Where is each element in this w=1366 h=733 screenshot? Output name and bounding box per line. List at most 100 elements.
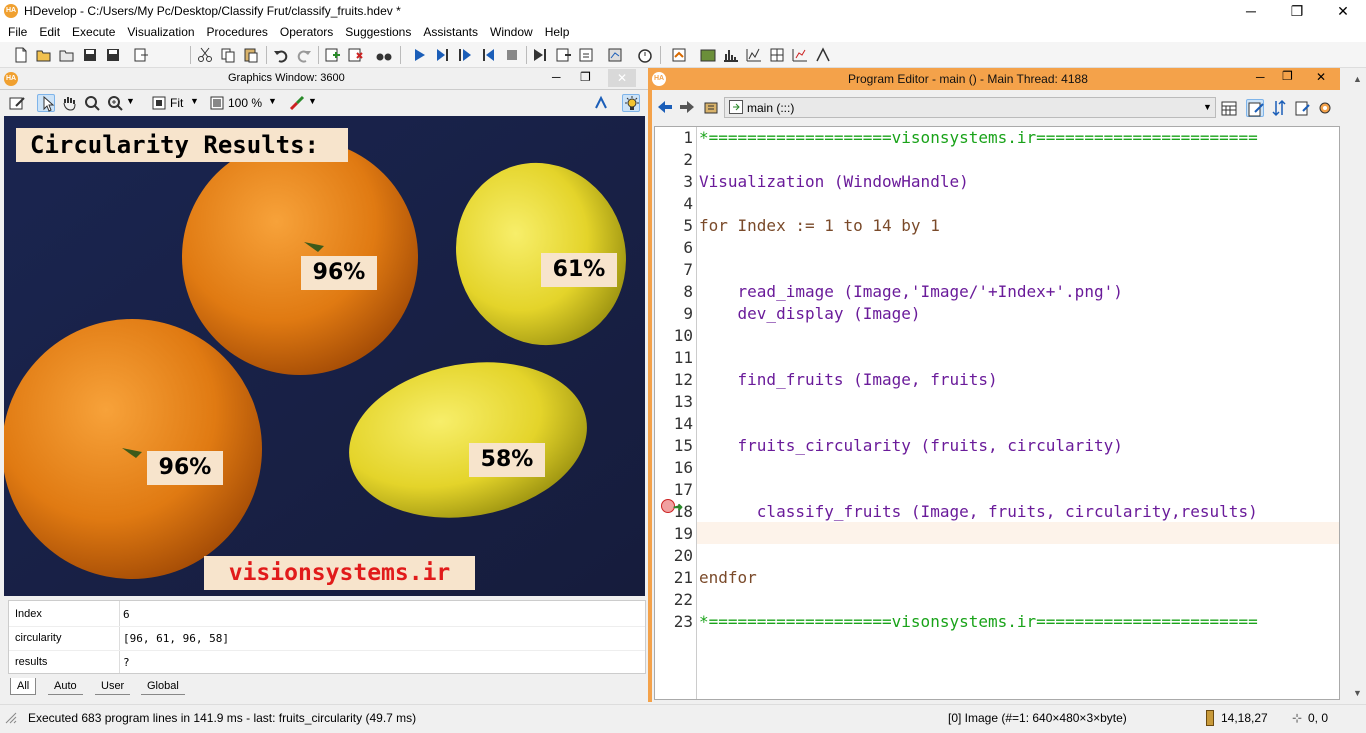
- draw-dropdown-arrow-icon[interactable]: ▼: [308, 96, 317, 106]
- step-over-icon[interactable]: [433, 46, 451, 64]
- variable-row-index[interactable]: Index 6: [9, 603, 645, 627]
- menu-help[interactable]: Help: [539, 22, 576, 42]
- ocr-icon[interactable]: [791, 46, 809, 64]
- window-splitter[interactable]: [648, 68, 652, 702]
- code-line[interactable]: Visualization (WindowHandle): [699, 171, 969, 193]
- restore-button[interactable]: ❐: [1274, 0, 1320, 22]
- line-number[interactable]: 15: [655, 435, 693, 457]
- zoom-fit-label[interactable]: Fit: [170, 96, 183, 110]
- code-line[interactable]: classify_fruits (Image, fruits, circular…: [699, 501, 1258, 523]
- tab-user[interactable]: User: [95, 678, 131, 695]
- variable-row-circularity[interactable]: circularity [96, 61, 96, 58]: [9, 627, 645, 651]
- lamp-icon[interactable]: [622, 94, 640, 112]
- line-number[interactable]: 11: [655, 347, 693, 369]
- zoom-icon[interactable]: [106, 94, 124, 112]
- program-editor-close-button[interactable]: ✕: [1316, 70, 1326, 84]
- calendar-icon[interactable]: [1220, 99, 1238, 117]
- menu-execute[interactable]: Execute: [66, 22, 121, 42]
- line-number[interactable]: 13: [655, 391, 693, 413]
- insert-line-icon[interactable]: [323, 46, 341, 64]
- breakpoint-icon[interactable]: [577, 46, 595, 64]
- line-number[interactable]: 19: [655, 523, 693, 545]
- minimize-button[interactable]: ─: [1228, 0, 1274, 22]
- percent-dropdown-arrow-icon[interactable]: ▼: [268, 96, 277, 106]
- menu-file[interactable]: File: [2, 22, 33, 42]
- line-number[interactable]: 20: [655, 545, 693, 567]
- save-as-icon[interactable]: [104, 46, 122, 64]
- line-number[interactable]: 16: [655, 457, 693, 479]
- graphics-canvas[interactable]: Circularity Results: 96% 61% 96% 58% vis…: [4, 116, 645, 596]
- line-number[interactable]: 4: [655, 193, 693, 215]
- delete-line-icon[interactable]: [346, 46, 364, 64]
- code-line[interactable]: *===================visonsystems.ir=====…: [699, 127, 1258, 149]
- matching-icon[interactable]: [814, 46, 832, 64]
- line-number[interactable]: 9: [655, 303, 693, 325]
- copy-icon[interactable]: [219, 46, 237, 64]
- paste-icon[interactable]: [242, 46, 260, 64]
- image-acquisition-icon[interactable]: [670, 46, 688, 64]
- feature-inspection-icon[interactable]: [768, 46, 786, 64]
- close-button[interactable]: ✕: [1320, 0, 1366, 22]
- open-file-icon[interactable]: [35, 46, 53, 64]
- program-editor-restore-button[interactable]: ❐: [1282, 69, 1293, 83]
- cut-icon[interactable]: [196, 46, 214, 64]
- pointer-icon[interactable]: [37, 94, 55, 112]
- code-line[interactable]: fruits_circularity (fruits, circularity): [699, 435, 1123, 457]
- step-into-icon[interactable]: [456, 46, 474, 64]
- line-number[interactable]: 2: [655, 149, 693, 171]
- line-number[interactable]: 10: [655, 325, 693, 347]
- scroll-up-icon[interactable]: ▲: [1353, 74, 1362, 84]
- tab-all[interactable]: All: [10, 678, 37, 695]
- timer-icon[interactable]: [636, 46, 654, 64]
- line-profile-icon[interactable]: [745, 46, 763, 64]
- code-line[interactable]: find_fruits (Image, fruits): [699, 369, 998, 391]
- menu-procedures[interactable]: Procedures: [201, 22, 274, 42]
- line-number[interactable]: 17: [655, 479, 693, 501]
- vertical-scrollbar[interactable]: ▲ ▼: [1350, 68, 1366, 702]
- line-number[interactable]: 1: [655, 127, 693, 149]
- program-editor-minimize-button[interactable]: ─: [1256, 70, 1265, 84]
- step-out-icon[interactable]: [480, 46, 498, 64]
- undo-icon[interactable]: [272, 46, 290, 64]
- menu-edit[interactable]: Edit: [33, 22, 66, 42]
- line-number[interactable]: 14: [655, 413, 693, 435]
- calibration-icon[interactable]: [699, 46, 717, 64]
- code-line[interactable]: dev_display (Image): [699, 303, 921, 325]
- procedure-select[interactable]: main (:::) ▼: [724, 97, 1216, 118]
- tab-global[interactable]: Global: [141, 678, 185, 695]
- graphics-window-minimize-button[interactable]: ─: [552, 70, 561, 84]
- line-number[interactable]: 21: [655, 567, 693, 589]
- histogram-icon[interactable]: [722, 46, 740, 64]
- stop-icon[interactable]: [503, 46, 521, 64]
- full-text-icon[interactable]: [1294, 99, 1312, 117]
- menu-operators[interactable]: Operators: [274, 22, 339, 42]
- zoom-percent-label[interactable]: 100 %: [228, 96, 262, 110]
- fit-window-icon[interactable]: [150, 94, 168, 112]
- edit-mode-icon[interactable]: [1246, 99, 1264, 117]
- zoom-dropdown-arrow-icon[interactable]: ▼: [126, 96, 135, 106]
- line-number[interactable]: 12: [655, 369, 693, 391]
- new-file-icon[interactable]: [12, 46, 30, 64]
- scroll-down-icon[interactable]: ▼: [1353, 688, 1362, 698]
- run-icon[interactable]: [410, 46, 428, 64]
- sort-icon[interactable]: [1270, 99, 1288, 117]
- code-line[interactable]: *===================visonsystems.ir=====…: [699, 611, 1258, 633]
- magnify-icon[interactable]: [83, 94, 101, 112]
- inspect-icon[interactable]: [375, 46, 393, 64]
- code-editor[interactable]: 1 2 3 4 5 6 7 8 9 10 11 12 13 14 15 16 17 18 19 20 21 22 23 *=…: [654, 126, 1340, 700]
- draw-settings-icon[interactable]: [288, 94, 306, 112]
- line-number[interactable]: 6: [655, 237, 693, 259]
- back-arrow-icon[interactable]: [656, 98, 674, 116]
- variable-row-results[interactable]: results ?: [9, 651, 645, 675]
- line-number[interactable]: 7: [655, 259, 693, 281]
- line-number[interactable]: 23: [655, 611, 693, 633]
- line-number[interactable]: 3: [655, 171, 693, 193]
- menu-assistants[interactable]: Assistants: [417, 22, 484, 42]
- pan-icon[interactable]: [60, 94, 78, 112]
- profiler-icon[interactable]: [606, 46, 624, 64]
- tab-auto[interactable]: Auto: [48, 678, 83, 695]
- line-number[interactable]: 8: [655, 281, 693, 303]
- code-line[interactable]: for Index := 1 to 14 by 1: [699, 215, 940, 237]
- export-icon[interactable]: [132, 46, 150, 64]
- zoom-100-icon[interactable]: [208, 94, 226, 112]
